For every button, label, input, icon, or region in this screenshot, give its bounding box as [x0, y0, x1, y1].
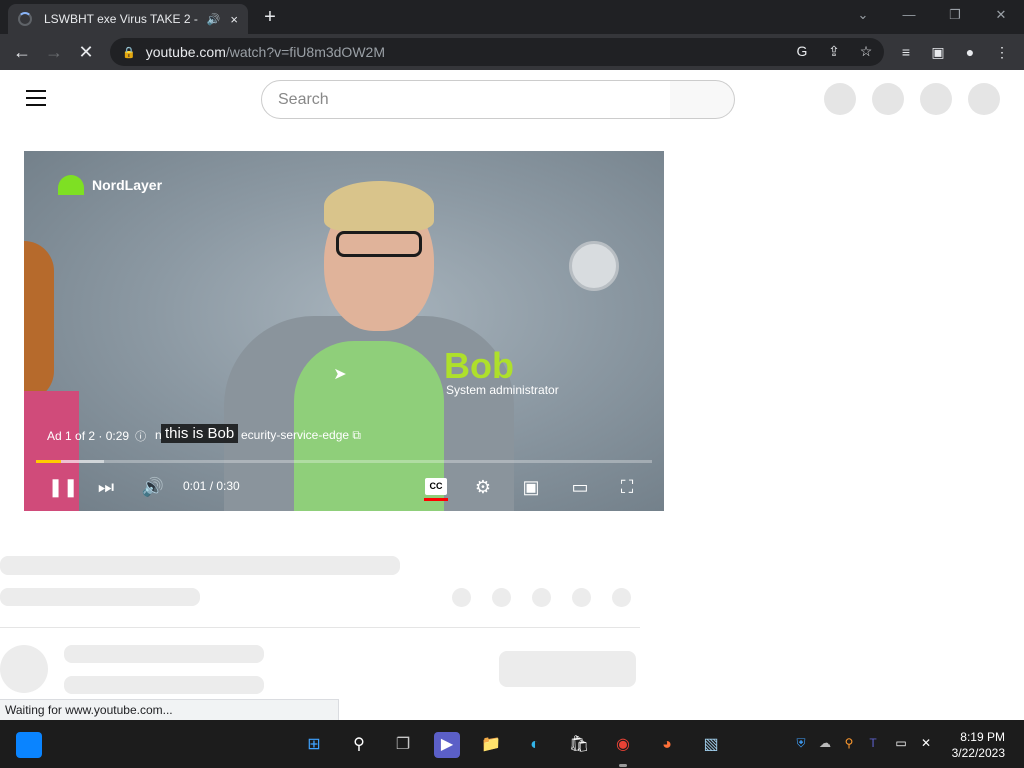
search-app-icon[interactable]: ⚲ — [841, 735, 857, 751]
start-windows-icon[interactable]: ⊞ — [301, 732, 327, 758]
security-warning-icon[interactable]: ⛨ — [793, 735, 809, 751]
subscribe-placeholder — [499, 651, 636, 687]
photos-icon[interactable]: ▧ — [698, 732, 724, 758]
search-button[interactable] — [670, 80, 735, 119]
header-placeholder-circle — [920, 83, 952, 115]
settings-gear-icon[interactable]: ⚙ — [471, 475, 495, 499]
subtitle-caption: this is Bob — [161, 424, 239, 443]
progress-played — [36, 460, 61, 463]
person-glasses — [336, 231, 422, 257]
ad-url-link[interactable]: ecurity-service-edge ⧉ — [241, 428, 361, 443]
firefox-icon[interactable]: ◕ — [654, 732, 680, 758]
browser-tab-strip: LSWBHT exe Virus TAKE 2 - Y 🔊 × + ⌄ — ❐ … — [0, 0, 1024, 34]
lower-third-name: Bob — [444, 345, 514, 386]
tab-search-chevron-icon[interactable]: ⌄ — [840, 0, 886, 30]
action-placeholder — [532, 588, 551, 607]
video-player[interactable]: NordLayer Bob System administrator Ad 1 … — [24, 151, 664, 511]
display-icon[interactable]: ▭ — [893, 735, 909, 751]
theater-mode-icon[interactable]: ▭ — [567, 475, 593, 499]
task-view-icon[interactable]: ❐ — [390, 732, 416, 758]
mouse-cursor-icon: ➤ — [333, 366, 347, 383]
teams-chat-icon[interactable]: ▶ — [434, 732, 460, 758]
share-icon[interactable]: ⇪ — [824, 41, 844, 61]
address-bar[interactable]: 🔒 youtube.com/watch?v=fiU8m3dOW2M — [110, 38, 884, 66]
lower-third-role: System administrator — [446, 383, 559, 397]
pause-button[interactable]: ❚❚ — [48, 475, 78, 499]
taskbar-time[interactable]: 8:19 PM — [945, 730, 1005, 744]
browser-tab[interactable]: LSWBHT exe Virus TAKE 2 - Y 🔊 × — [8, 4, 248, 34]
title-placeholder — [0, 556, 400, 575]
teams-icon[interactable]: T — [865, 735, 881, 751]
ad-badge: Ad 1 of 2 · 0:29 ⓘ — [47, 428, 146, 444]
close-tab-icon[interactable]: × — [230, 12, 238, 27]
header-placeholder-circle — [872, 83, 904, 115]
active-app-indicator — [619, 764, 627, 767]
chrome-icon[interactable]: ◉ — [610, 732, 636, 758]
divider — [0, 627, 640, 628]
action-placeholder — [492, 588, 511, 607]
external-link-icon: ⧉ — [352, 428, 361, 442]
person-hair — [324, 181, 434, 231]
store-icon[interactable]: 🛍 — [566, 732, 592, 758]
background-figure — [24, 241, 54, 401]
progress-bar[interactable] — [36, 460, 652, 463]
ad-label: Ad 1 of 2 · 0:29 — [47, 429, 130, 443]
avatar-placeholder — [0, 645, 48, 693]
menu-dots-icon[interactable]: ⋮ — [992, 42, 1012, 62]
profile-icon[interactable]: ● — [960, 42, 980, 62]
action-placeholder — [612, 588, 631, 607]
time-display: 0:01 / 0:30 — [183, 479, 240, 493]
browser-toolbar: ← → ✕ 🔒 youtube.com/watch?v=fiU8m3dOW2M … — [0, 34, 1024, 70]
header-placeholder-circle — [824, 83, 856, 115]
ad-url-text: ecurity-service-edge — [241, 428, 350, 442]
person-shirt — [294, 341, 444, 511]
url-path: /watch?v=fiU8m3dOW2M — [225, 44, 385, 60]
side-panel-icon[interactable]: ▣ — [928, 42, 948, 62]
youtube-header: Search — [0, 70, 1024, 128]
action-placeholder — [572, 588, 591, 607]
windows-taskbar: ⊞ ⚲ ❐ ▶ 📁 ◐ 🛍 ◉ ◕ ▧ ⛨ ☁ ⚲ T ▭ ✕ 8:19 PM … — [0, 720, 1024, 768]
minimize-button[interactable]: — — [886, 0, 932, 30]
search-input[interactable]: Search — [261, 80, 671, 119]
advertiser-logo: NordLayer — [58, 175, 162, 195]
subtitle-placeholder — [0, 588, 200, 606]
lock-icon[interactable]: 🔒 — [122, 46, 136, 59]
edge-icon[interactable]: ◐ — [522, 732, 548, 758]
captions-button[interactable]: CC — [425, 478, 447, 495]
close-window-button[interactable]: ✕ — [978, 0, 1024, 30]
search-icon[interactable]: ⚲ — [346, 732, 372, 758]
url-host: youtube.com — [145, 44, 226, 60]
miniplayer-icon[interactable]: ▣ — [519, 475, 543, 499]
new-tab-button[interactable]: + — [258, 6, 282, 28]
channel-placeholder — [64, 645, 264, 663]
file-explorer-icon[interactable]: 📁 — [478, 732, 504, 758]
loading-spinner-icon — [18, 12, 32, 26]
captions-active-indicator — [424, 498, 448, 501]
action-placeholder — [452, 588, 471, 607]
google-lens-icon[interactable]: G — [792, 41, 812, 61]
media-control-icon[interactable]: ≡ — [896, 42, 916, 62]
forward-arrow-icon[interactable]: → — [42, 40, 66, 64]
bookmark-star-icon[interactable]: ☆ — [856, 41, 876, 61]
widgets-icon[interactable] — [16, 732, 42, 758]
browser-status-bar: Waiting for www.youtube.com... — [0, 699, 339, 720]
speaker-icon[interactable]: 🔊 — [207, 13, 221, 26]
volume-icon[interactable]: 🔊 — [141, 475, 165, 499]
onedrive-icon[interactable]: ☁ — [817, 735, 833, 751]
advertiser-name: NordLayer — [92, 177, 163, 193]
hamburger-menu-icon[interactable] — [26, 90, 46, 106]
stop-loading-icon[interactable]: ✕ — [74, 40, 98, 64]
next-button[interactable]: ⏭ — [94, 475, 118, 499]
header-placeholder-circle — [968, 83, 1000, 115]
taskbar-date[interactable]: 3/22/2023 — [945, 746, 1005, 760]
restore-button[interactable]: ❐ — [932, 0, 978, 30]
fullscreen-icon[interactable]: ⛶ — [615, 475, 639, 499]
volume-muted-icon[interactable]: ✕ — [918, 735, 934, 751]
subscribers-placeholder — [64, 676, 264, 694]
tab-title: LSWBHT exe Virus TAKE 2 - Y — [44, 12, 201, 26]
back-arrow-icon[interactable]: ← — [10, 40, 34, 64]
nordlayer-logo-icon — [58, 175, 84, 195]
wall-clock — [569, 241, 619, 291]
info-icon[interactable]: ⓘ — [135, 428, 146, 444]
